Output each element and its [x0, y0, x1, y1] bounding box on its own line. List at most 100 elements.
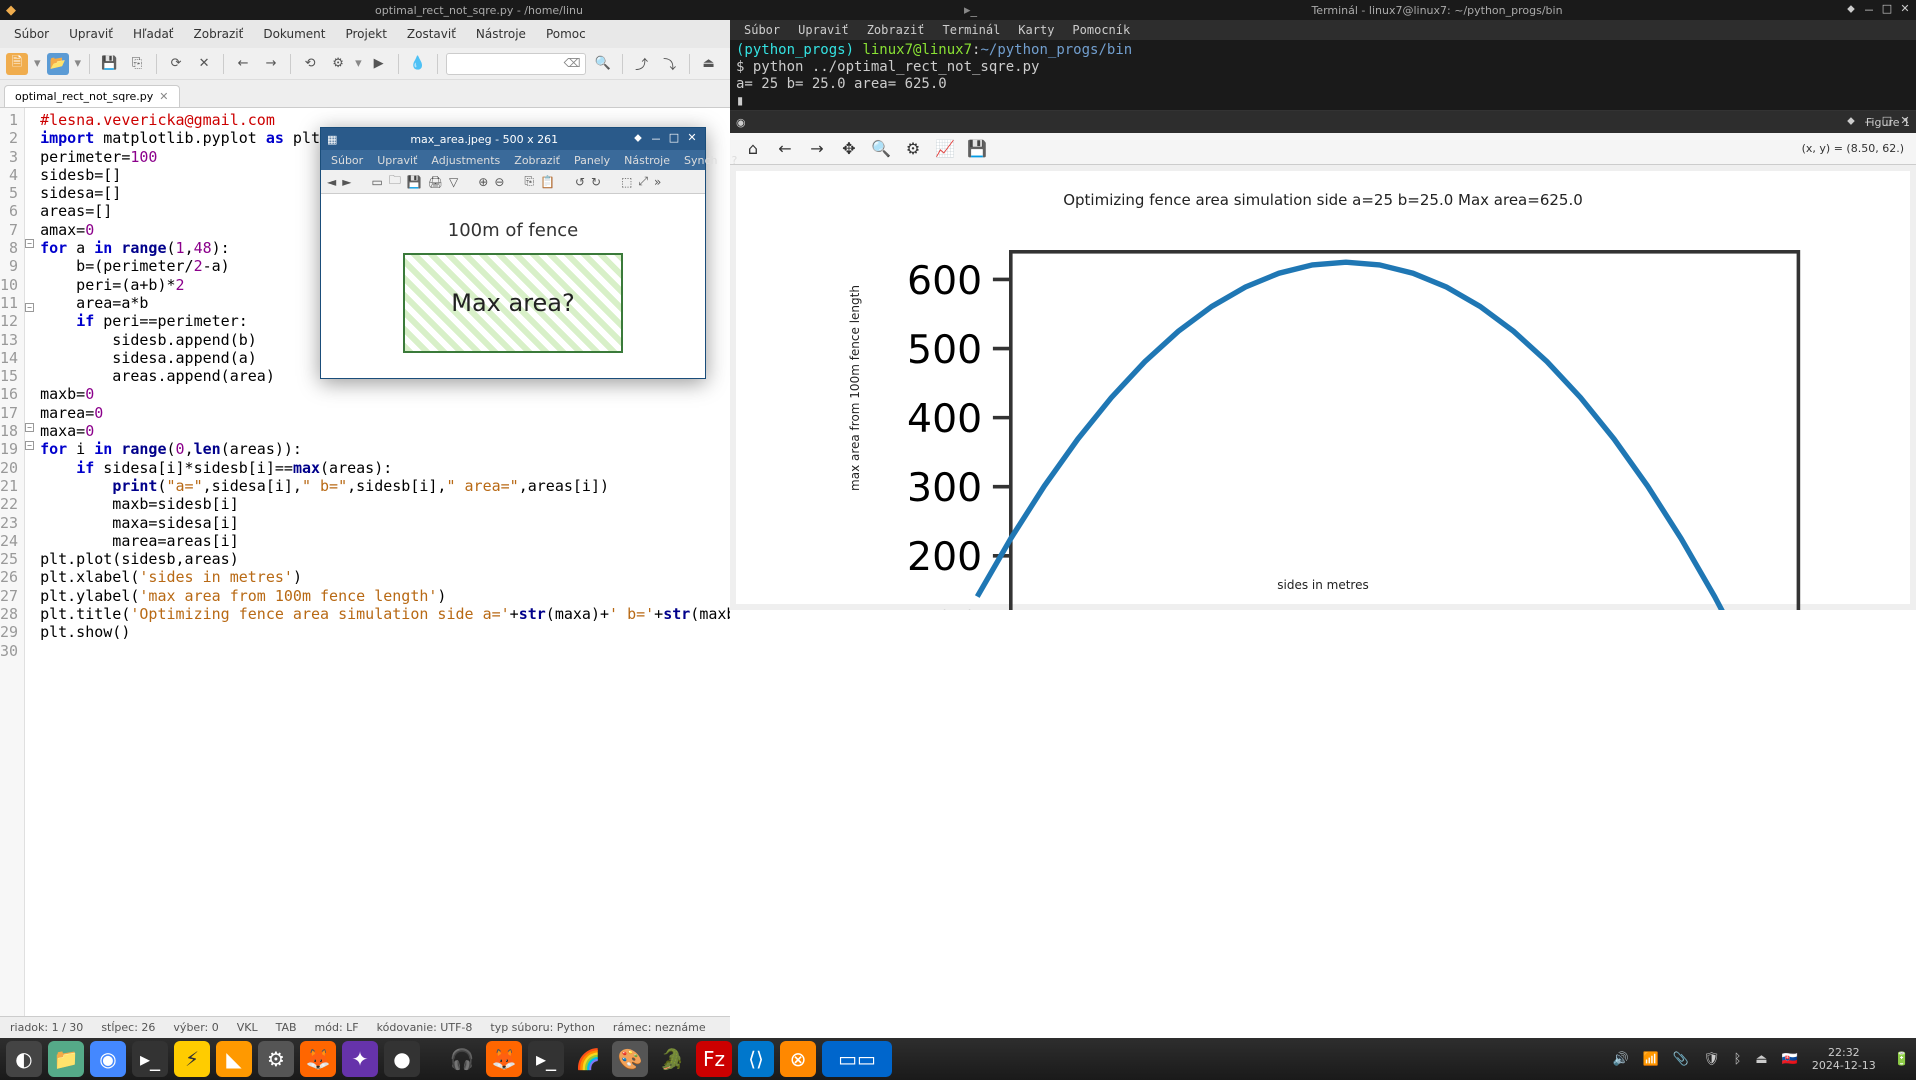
network-icon[interactable]: 📶 [1643, 1052, 1659, 1067]
back-icon[interactable]: ← [774, 138, 796, 160]
app-icon[interactable]: 🌈 [570, 1041, 606, 1077]
imgviewer-pin-icon[interactable]: ⬥ [631, 131, 645, 147]
save-all-icon[interactable]: ⎘ [126, 53, 148, 75]
iv-menu-tools[interactable]: Nástroje [618, 152, 676, 169]
term-menu-view[interactable]: Zobraziť [859, 20, 933, 40]
iv-menu-panels[interactable]: Panely [568, 152, 616, 169]
next-image-icon[interactable]: ► [342, 175, 351, 189]
figure-close-icon[interactable]: ✕ [1898, 114, 1912, 130]
fold-marker-icon[interactable]: − [25, 441, 34, 450]
terminal-icon[interactable]: ▸_ [528, 1041, 564, 1077]
iv-menu-adjust[interactable]: Adjustments [425, 152, 506, 169]
iv-menu-help[interactable]: ? [725, 152, 743, 169]
goto-line-icon[interactable]: ⤴ [631, 53, 653, 75]
rotate-left-icon[interactable]: ↺ [575, 175, 585, 189]
new-file-icon[interactable]: 🗎 [6, 53, 28, 75]
clear-search-icon[interactable]: ⌫ [564, 56, 581, 70]
clip-icon[interactable]: 📎 [1673, 1052, 1689, 1067]
flag-icon[interactable]: 🇸🇰 [1782, 1052, 1798, 1067]
app-icon[interactable]: ⊗ [780, 1041, 816, 1077]
filter-icon[interactable]: ▽ [449, 175, 458, 189]
line-wrap-icon[interactable]: ⤵ [659, 53, 681, 75]
save-icon[interactable]: 💾 [98, 53, 120, 75]
zoom-out-icon[interactable]: ⊖ [494, 175, 504, 189]
firefox-icon[interactable]: 🦊 [300, 1041, 336, 1077]
chromium-icon[interactable]: ◉ [90, 1041, 126, 1077]
terminal-close-icon[interactable]: ✕ [1898, 2, 1912, 18]
compile-icon[interactable]: ⟲ [299, 53, 321, 75]
term-menu-edit[interactable]: Upraviť [790, 20, 857, 40]
home-icon[interactable]: ⌂ [742, 138, 764, 160]
build-icon[interactable]: ⚙ [327, 53, 349, 75]
app-menu-icon[interactable]: ◐ [6, 1041, 42, 1077]
nav-back-icon[interactable]: ← [232, 53, 254, 75]
terminal-pane[interactable]: Súbor Upraviť Zobraziť Terminál Karty Po… [730, 20, 1916, 110]
exit-icon[interactable]: ⏏ [698, 53, 720, 75]
paste-icon[interactable]: 📋 [540, 175, 555, 189]
save-icon[interactable]: 💾 [407, 175, 422, 189]
folder-icon[interactable]: 🗀 [389, 171, 401, 192]
fold-marker-icon[interactable]: − [25, 303, 34, 312]
menu-document[interactable]: Dokument [255, 23, 333, 45]
term-menu-tabs[interactable]: Karty [1010, 20, 1062, 40]
figure-minimize-icon[interactable]: － [1862, 114, 1876, 130]
menu-search[interactable]: Hľadať [125, 23, 182, 45]
close-doc-icon[interactable]: ✕ [193, 53, 215, 75]
menu-project[interactable]: Projekt [337, 23, 394, 45]
crop-icon[interactable]: ⬚ [621, 175, 632, 189]
more-icon[interactable]: » [654, 175, 661, 189]
imgviewer-titlebar[interactable]: ▦ max_area.jpeg - 500 x 261 ⬥ － □ ✕ [321, 128, 705, 150]
run-icon[interactable]: ▶ [368, 53, 390, 75]
bluetooth-icon[interactable]: ᛒ [1734, 1052, 1742, 1067]
app-icon[interactable]: 🐊 [654, 1041, 690, 1077]
shield-icon[interactable]: 🛡 [1703, 1052, 1720, 1067]
volume-icon[interactable]: 🔊 [1613, 1052, 1629, 1067]
nav-forward-icon[interactable]: → [260, 53, 282, 75]
menu-tools[interactable]: Nástroje [468, 23, 534, 45]
terminal-minimize-icon[interactable]: － [1862, 2, 1876, 18]
terminal-icon[interactable]: ▸_ [132, 1041, 168, 1077]
file-manager-icon[interactable]: 📁 [48, 1041, 84, 1077]
app-icon[interactable]: ◣ [216, 1041, 252, 1077]
vscode-icon[interactable]: ⟨⟩ [738, 1041, 774, 1077]
menu-view[interactable]: Zobraziť [186, 23, 252, 45]
term-menu-help[interactable]: Pomocník [1064, 20, 1138, 40]
copy-icon[interactable]: ⎘ [524, 174, 534, 189]
forward-icon[interactable]: → [806, 138, 828, 160]
term-menu-terminal[interactable]: Terminál [935, 20, 1009, 40]
chart-icon[interactable]: 📈 [934, 138, 956, 160]
pan-icon[interactable]: ✥ [838, 138, 860, 160]
print-icon[interactable]: 🖨 [428, 175, 443, 189]
terminal-unmax-icon[interactable]: ⬥ [1844, 2, 1858, 18]
workspace-switcher[interactable]: ▭▭ [822, 1041, 892, 1077]
app-icon[interactable]: ✦ [342, 1041, 378, 1077]
dropdown-icon[interactable]: ▾ [75, 56, 82, 71]
figure-unmax-icon[interactable]: ⬥ [1844, 114, 1858, 130]
dropdown-icon[interactable]: ▾ [355, 56, 362, 71]
save-figure-icon[interactable]: 💾 [966, 138, 988, 160]
open-file-icon[interactable]: 📂 [47, 53, 69, 75]
rotate-right-icon[interactable]: ↻ [591, 175, 601, 189]
battery-icon[interactable]: 🔋 [1894, 1052, 1910, 1067]
fold-marker-icon[interactable]: − [25, 239, 34, 248]
menu-file[interactable]: Súbor [6, 23, 57, 45]
menu-build[interactable]: Zostaviť [399, 23, 464, 45]
menu-help[interactable]: Pomoc [538, 23, 594, 45]
configure-icon[interactable]: ⚙ [902, 138, 924, 160]
fold-marker-icon[interactable]: − [25, 423, 34, 432]
terminal-output[interactable]: (python_progs) linux7@linux7:~/python_pr… [730, 40, 1916, 112]
search-icon[interactable]: 🔍 [592, 53, 614, 75]
app-icon[interactable]: ⚡ [174, 1041, 210, 1077]
figure-maximize-icon[interactable]: □ [1880, 114, 1894, 130]
iv-menu-sync[interactable]: Synch [678, 152, 723, 169]
menu-edit[interactable]: Upraviť [61, 23, 121, 45]
terminal-maximize-icon[interactable]: □ [1880, 2, 1894, 18]
term-menu-file[interactable]: Súbor [736, 20, 788, 40]
zoom-in-icon[interactable]: ⊕ [478, 175, 488, 189]
firefox-icon[interactable]: 🦊 [486, 1041, 522, 1077]
search-input[interactable]: ⌫ [446, 53, 586, 75]
gimp-icon[interactable]: 🎨 [612, 1041, 648, 1077]
zoom-icon[interactable]: 🔍 [870, 138, 892, 160]
dropdown-icon[interactable]: ▾ [34, 56, 41, 71]
iv-menu-file[interactable]: Súbor [325, 152, 369, 169]
